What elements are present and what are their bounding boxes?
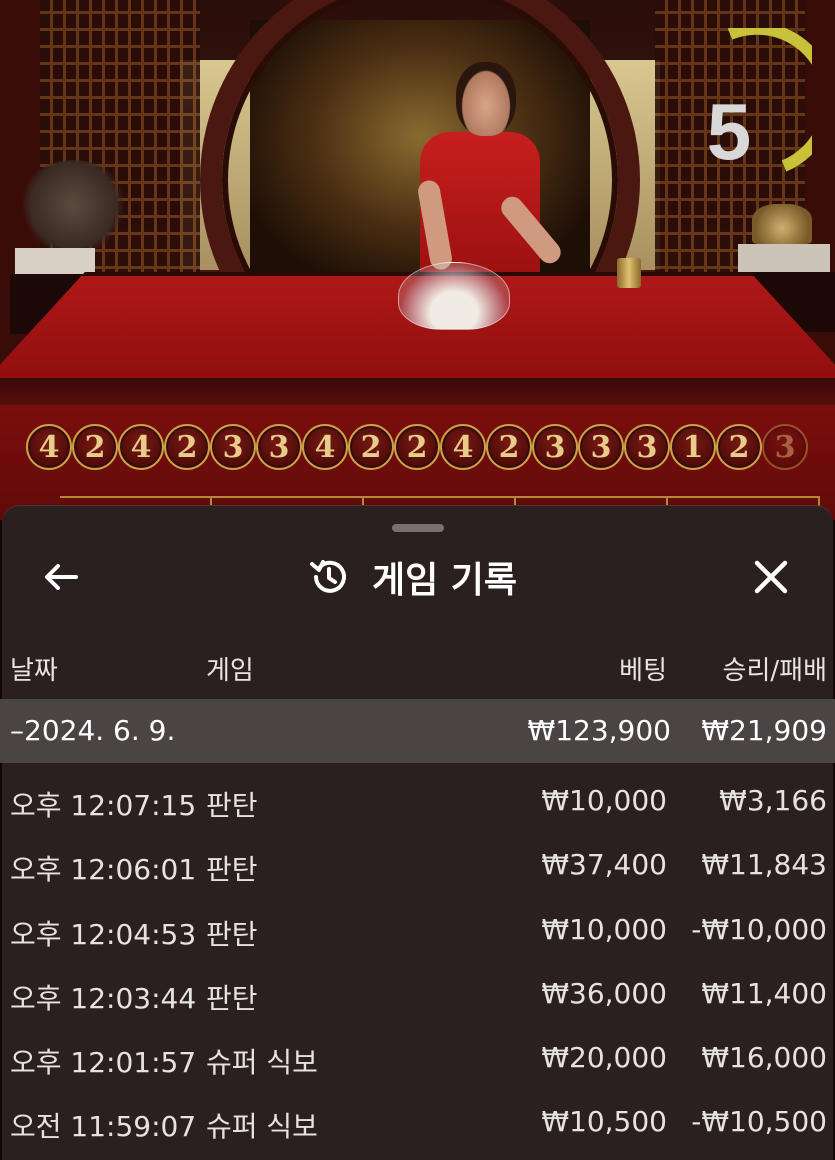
row-time: 오전 11:59:07 [10, 1110, 197, 1144]
bonsai-plant [18, 160, 128, 250]
row-game: 판탄 [206, 789, 258, 822]
column-header-date: 날짜 [10, 656, 58, 686]
row-game: 슈퍼 식보 [206, 1046, 318, 1080]
row-time: 오후 12:01:57 [10, 1046, 197, 1080]
row-time: 오후 12:04:53 [10, 917, 197, 951]
row-winloss: ₩11,843 [701, 848, 827, 882]
day-summary-row[interactable]: –2024. 6. 9. ₩123,900 ₩21,909 [0, 699, 835, 763]
row-game: 슈퍼 식보 [206, 1110, 318, 1144]
row-bet: ₩36,000 [541, 976, 667, 1010]
sheet-title-text: 게임 기록 [372, 560, 518, 601]
dealer-head [456, 62, 516, 136]
roadmap-result-ball: 2 [486, 424, 532, 470]
row-winloss: -₩10,000 [691, 912, 827, 946]
row-bet: ₩10,000 [541, 784, 667, 817]
roadmap-result-ball: 2 [164, 424, 210, 470]
row-bet: ₩10,500 [541, 1105, 667, 1139]
column-header-winloss: 승리/패배 [722, 656, 827, 686]
arrow-left-icon [45, 564, 78, 590]
countdown-timer: 5 [690, 22, 835, 178]
history-row[interactable]: 오후 12:06:01 판탄 ₩37,400 ₩11,843 [2, 832, 833, 896]
live-video-stream: 5 42423342242333123 [0, 0, 835, 520]
row-winloss: -₩10,500 [691, 1105, 827, 1139]
roadmap-result-ball: 4 [302, 424, 348, 470]
row-bet: ₩37,400 [541, 848, 667, 882]
sheet-header: 게임 기록 [2, 546, 833, 606]
back-button[interactable] [38, 554, 84, 600]
brass-cup [617, 258, 641, 288]
bonsai-pot [15, 248, 95, 274]
roadmap-result-ball: 3 [532, 424, 578, 470]
sheet-drag-handle[interactable] [392, 524, 444, 532]
column-header-game: 게임 [206, 656, 254, 686]
roadmap-result-ball: 4 [118, 424, 164, 470]
day-total-bet: ₩123,900 [527, 714, 671, 747]
column-headers: 날짜 게임 베팅 승리/패배 [2, 646, 833, 692]
roadmap-result-ball: 1 [670, 424, 716, 470]
roadmap-result-ball: 3 [256, 424, 302, 470]
row-game: 판탄 [206, 917, 258, 951]
row-time: 오후 12:06:01 [10, 853, 197, 887]
row-game: 판탄 [206, 981, 258, 1015]
history-row[interactable]: 오후 12:04:53 판탄 ₩10,000 -₩10,000 [2, 897, 833, 961]
row-bet: ₩10,000 [541, 912, 667, 946]
timer-value: 5 [706, 87, 752, 176]
history-row[interactable]: 오후 12:03:44 판탄 ₩36,000 ₩11,400 [2, 961, 833, 1025]
history-list: 오후 12:07:15 판탄 ₩10,000 ₩3,166 오후 12:06:0… [2, 768, 833, 1154]
roadmap-result-ball: 3 [762, 424, 808, 470]
history-row[interactable]: 오후 12:01:57 슈퍼 식보 ₩20,000 ₩16,000 [2, 1025, 833, 1089]
roadmap-result-ball: 2 [716, 424, 762, 470]
close-button[interactable] [748, 554, 794, 600]
roadmap-result-ball: 3 [578, 424, 624, 470]
dragon-statue [752, 204, 812, 244]
row-game: 판탄 [206, 853, 258, 887]
result-history-roadmap: 42423342242333123 [26, 424, 808, 476]
close-icon [754, 560, 788, 594]
day-date: –2024. 6. 9. [10, 714, 176, 747]
row-winloss: ₩16,000 [701, 1041, 827, 1075]
roadmap-result-ball: 4 [26, 424, 72, 470]
roadmap-result-ball: 2 [348, 424, 394, 470]
history-row[interactable]: 오전 11:59:07 슈퍼 식보 ₩10,500 -₩10,500 [2, 1089, 833, 1153]
history-row[interactable]: 오후 12:07:15 판탄 ₩10,000 ₩3,166 [2, 768, 833, 832]
game-history-sheet: 게임 기록 날짜 게임 베팅 승리/패배 –2024. 6. 9. ₩123,9… [0, 505, 835, 1160]
dragon-statue-base [738, 244, 830, 272]
row-winloss: ₩3,166 [719, 784, 827, 817]
table-edge [0, 378, 835, 408]
column-header-bet: 베팅 [619, 656, 667, 686]
row-time: 오후 12:03:44 [10, 981, 197, 1015]
bead-dome [398, 262, 510, 330]
history-icon [310, 560, 346, 593]
roadmap-result-ball: 2 [72, 424, 118, 470]
day-total-winloss: ₩21,909 [701, 714, 827, 747]
row-bet: ₩20,000 [541, 1041, 667, 1075]
row-winloss: ₩11,400 [701, 976, 827, 1010]
roadmap-result-ball: 4 [440, 424, 486, 470]
roadmap-result-ball: 3 [624, 424, 670, 470]
roadmap-result-ball: 3 [210, 424, 256, 470]
roadmap-result-ball: 2 [394, 424, 440, 470]
sheet-title: 게임 기록 [308, 552, 517, 602]
row-time: 오후 12:07:15 [10, 789, 197, 822]
